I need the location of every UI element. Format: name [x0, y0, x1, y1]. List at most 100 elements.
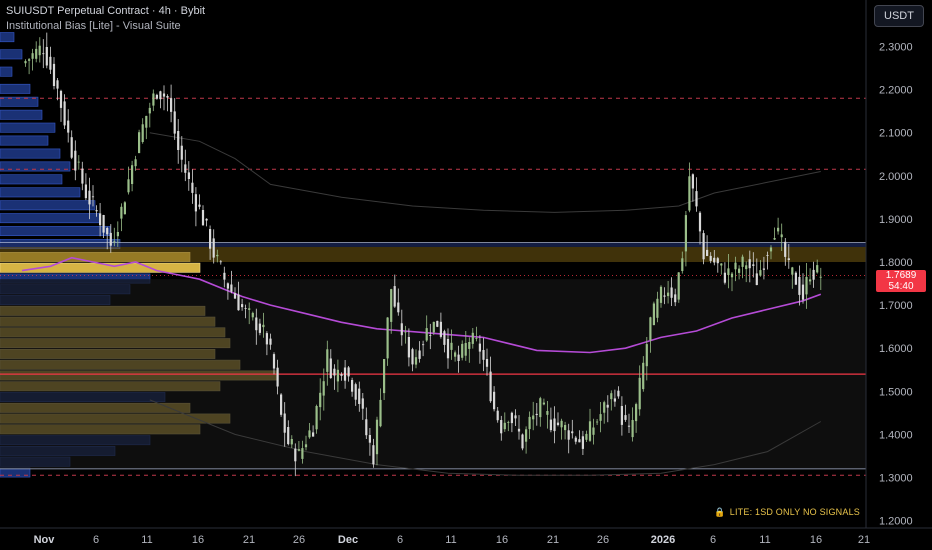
candle-body [372, 445, 375, 465]
candle-body [780, 234, 783, 238]
candle-body [159, 91, 162, 100]
candle-body [769, 247, 773, 252]
candle-body [656, 298, 659, 318]
candle-body [343, 367, 347, 381]
candle-body [631, 420, 634, 438]
candle-body [230, 284, 233, 292]
candle-body [812, 269, 815, 280]
price-tick-0: 2.3000 [879, 42, 913, 54]
candle-body [148, 107, 151, 114]
price-chart[interactable]: 2.3000 2.2000 2.1000 2.0000 1.9000 1.8000 1.70… [0, 0, 932, 550]
time-tick-15: 16 [810, 534, 822, 546]
time-tick-12: 2026 [651, 534, 675, 546]
candle-body [269, 338, 272, 345]
candle-body [610, 393, 613, 400]
candle-body [532, 415, 535, 420]
candle-body [120, 206, 123, 219]
candle-body [585, 433, 588, 440]
candle-body [784, 241, 787, 257]
candle-body [539, 398, 542, 418]
candle-body [59, 90, 63, 108]
candle-body [219, 261, 222, 263]
time-tick-13: 6 [710, 534, 716, 546]
candle-body [578, 439, 581, 443]
candle-body [223, 272, 226, 280]
candle-body [244, 308, 247, 309]
candle-body [443, 331, 446, 345]
candle-body [404, 331, 407, 333]
candle-body [620, 406, 623, 425]
candle-body [475, 338, 478, 339]
candle-body [251, 312, 254, 318]
candle-body [493, 391, 496, 410]
price-tick-11: 1.2000 [879, 516, 913, 528]
candle-body [354, 384, 357, 400]
indicator-title[interactable]: Institutional Bias [Lite] - Visual Suite [6, 20, 181, 32]
candle-body [745, 265, 748, 270]
candle-body [375, 419, 379, 455]
price-tick-2: 2.1000 [879, 128, 913, 140]
candle-body [407, 337, 410, 358]
candle-body [674, 294, 677, 303]
time-tick-7: 6 [397, 534, 403, 546]
candle-body [173, 111, 176, 134]
price-tick-9: 1.4000 [879, 429, 913, 441]
candle-body [390, 289, 393, 322]
time-tick-2: 11 [141, 534, 152, 546]
candle-body [720, 263, 723, 266]
candle-body [152, 93, 155, 106]
time-tick-14: 11 [759, 534, 770, 546]
candle-body [599, 414, 602, 421]
candle-body [393, 286, 396, 307]
price-tick-4: 1.9000 [879, 214, 913, 226]
candle-body [74, 150, 77, 171]
candle-body [166, 96, 169, 98]
symbol-title[interactable]: SUIUSDT Perpetual Contract · 4h · Bybit [6, 5, 205, 17]
candle-body [201, 210, 205, 226]
time-tick-16: 21 [858, 534, 870, 546]
currency-button[interactable]: USDT [874, 5, 924, 27]
candle-body [517, 428, 521, 432]
candle-body [521, 434, 524, 449]
candle-body [386, 317, 389, 359]
profile-bar-10 [0, 174, 63, 185]
candle-body [553, 418, 556, 432]
time-axis[interactable]: Nov 6 11 16 21 26 Dec 6 11 16 21 26 2026 6 11 16 21 [0, 527, 932, 546]
candle-body [226, 283, 229, 289]
candle-body [194, 194, 197, 212]
candle-body [574, 437, 577, 442]
candle-body [503, 422, 506, 430]
candle-body [28, 59, 31, 61]
candle-body [248, 308, 251, 310]
candle-body [613, 398, 616, 402]
candle-body [198, 204, 201, 207]
candle-body [205, 218, 208, 221]
candle-body [681, 258, 684, 271]
candle-body [816, 265, 819, 273]
price-tick-5: 1.8000 [879, 257, 913, 269]
candle-body [414, 357, 418, 365]
candle-body [436, 320, 439, 327]
candle-body [588, 421, 592, 441]
candle-body [461, 343, 464, 358]
candle-body [272, 354, 276, 369]
candle-body [283, 413, 286, 433]
candle-body [216, 254, 219, 257]
candle-body [691, 174, 694, 189]
candle-body [716, 258, 719, 264]
candle-body [63, 101, 66, 126]
candle-body [361, 398, 364, 409]
candle-body [35, 48, 38, 59]
candle-body [88, 190, 91, 205]
candle-body [358, 388, 361, 404]
candle-body [603, 402, 606, 413]
candle-body [113, 241, 116, 243]
profile-bar-14 [0, 226, 111, 236]
candle-body [397, 302, 400, 313]
profile-bar-1 [0, 49, 23, 60]
candle-body [347, 367, 350, 377]
candle-body [276, 367, 279, 387]
candle-body [56, 80, 59, 89]
last-price-tag: 1.7689 54:40 [876, 270, 926, 292]
time-tick-5: 26 [293, 534, 305, 546]
